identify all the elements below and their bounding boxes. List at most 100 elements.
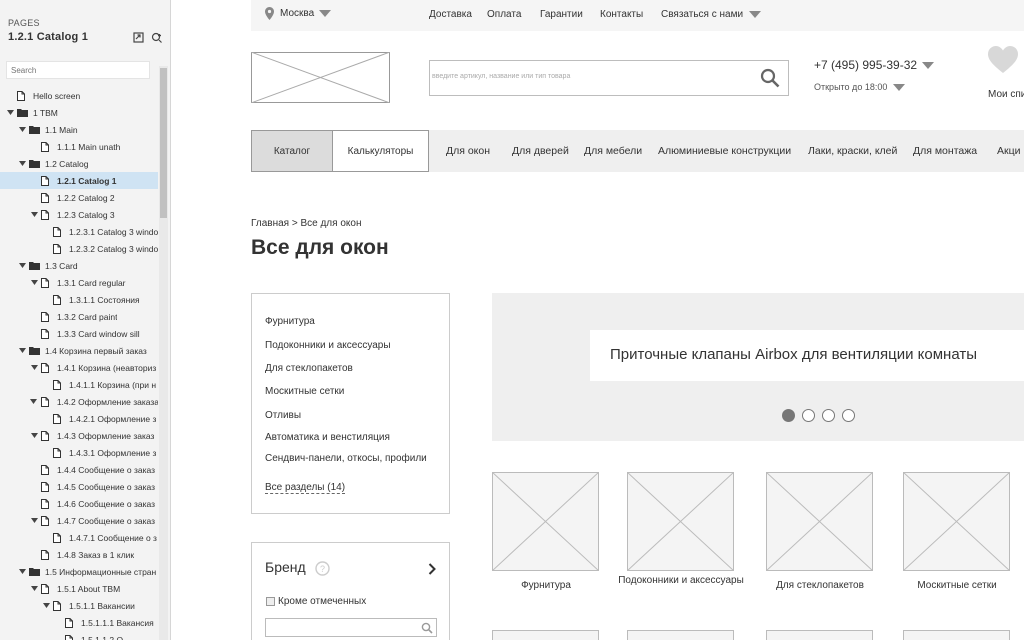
- expand-caret-icon[interactable]: [30, 279, 38, 287]
- carousel-dot[interactable]: [822, 409, 835, 422]
- category-link[interactable]: Фурнитура: [265, 316, 315, 327]
- brand-search-input[interactable]: [265, 618, 437, 637]
- nav-item-doors[interactable]: Для дверей: [512, 145, 569, 157]
- tree-item[interactable]: 1.4.5 Сообщение о заказ: [0, 478, 158, 495]
- add-page-icon[interactable]: [150, 31, 162, 43]
- tree-item[interactable]: 1.2.1 Catalog 1: [0, 172, 158, 189]
- category-tile-image[interactable]: [903, 472, 1010, 571]
- tree-item[interactable]: 1.4.3.1 Оформление з: [0, 444, 158, 461]
- tree-item[interactable]: 1.4.2.1 Оформление з: [0, 410, 158, 427]
- tree-item[interactable]: 1 TBM: [0, 104, 158, 121]
- nav-item-paints[interactable]: Лаки, краски, клей: [808, 145, 897, 157]
- category-tile-image[interactable]: [766, 630, 873, 640]
- city-selector[interactable]: Москва: [265, 7, 332, 20]
- expand-caret-icon[interactable]: [30, 585, 38, 593]
- tree-item[interactable]: Hello screen: [0, 87, 158, 104]
- checkbox-box[interactable]: [266, 597, 275, 606]
- category-link[interactable]: Подоконники и аксессуары: [265, 340, 391, 351]
- tree-item[interactable]: 1.4.6 Сообщение о заказ: [0, 495, 158, 512]
- all-sections-link[interactable]: Все разделы (14): [265, 482, 346, 494]
- product-search-input[interactable]: введите артикул, название или тип товара: [429, 60, 789, 96]
- carousel-dot[interactable]: [842, 409, 855, 422]
- nav-link-delivery[interactable]: Доставка: [429, 9, 472, 20]
- breadcrumb[interactable]: Главная > Все для окон: [251, 218, 361, 229]
- expand-caret-icon[interactable]: [18, 568, 26, 576]
- category-tile-label[interactable]: Москитные сетки: [892, 580, 1022, 592]
- brand-filter-title[interactable]: Бренд: [265, 559, 306, 575]
- expand-caret-icon[interactable]: [30, 432, 38, 440]
- category-link[interactable]: Сендвич-панели, откосы, профили: [265, 453, 427, 464]
- tree-item[interactable]: 1.4.7.1 Сообщение о з: [0, 529, 158, 546]
- pages-search-input[interactable]: [6, 61, 150, 79]
- logo-placeholder[interactable]: [251, 52, 390, 103]
- tree-item[interactable]: 1.2.3.2 Catalog 3 windo: [0, 240, 158, 257]
- chevron-right-icon[interactable]: [428, 563, 436, 575]
- except-marked-checkbox[interactable]: Кроме отмеченных: [266, 596, 366, 607]
- tree-item[interactable]: 1.4.4 Сообщение о заказ: [0, 461, 158, 478]
- tree-item[interactable]: 1.4.3 Оформление заказ: [0, 427, 158, 444]
- expand-caret-icon[interactable]: [6, 109, 14, 117]
- tree-item[interactable]: 1.5.1.1 Вакансии: [0, 597, 158, 614]
- tree-item[interactable]: 1.4.1.1 Корзина (при н: [0, 376, 158, 393]
- nav-link-guarantees[interactable]: Гарантии: [540, 9, 583, 20]
- tree-item[interactable]: 1.1.1 Main unath: [0, 138, 158, 155]
- phone-dropdown[interactable]: +7 (495) 995-39-32: [814, 58, 935, 72]
- expand-caret-icon[interactable]: [18, 126, 26, 134]
- tree-item[interactable]: 1.4.2 Оформление заказа: [0, 393, 158, 410]
- nav-item-mounting[interactable]: Для монтажа: [913, 145, 977, 157]
- tree-item[interactable]: 1.2.3 Catalog 3: [0, 206, 158, 223]
- tree-item[interactable]: 1.2.3.1 Catalog 3 windo: [0, 223, 158, 240]
- tree-item[interactable]: 1.4.8 Заказ в 1 клик: [0, 546, 158, 563]
- catalog-button[interactable]: Каталог: [251, 130, 333, 172]
- nav-link-contacts[interactable]: Контакты: [600, 9, 643, 20]
- contact-us-dropdown[interactable]: Связаться с нами: [661, 9, 762, 20]
- nav-item-promotions[interactable]: Акци: [997, 145, 1020, 157]
- tree-item[interactable]: 1.2 Catalog: [0, 155, 158, 172]
- tree-item[interactable]: 1.5.1 About TBM: [0, 580, 158, 597]
- wishlist-button[interactable]: [988, 46, 1024, 79]
- category-tile-image[interactable]: [903, 630, 1010, 640]
- tree-item[interactable]: 1.2.2 Catalog 2: [0, 189, 158, 206]
- tree-item[interactable]: 1.5.1.1.1 Вакансия: [0, 614, 158, 631]
- carousel-dot[interactable]: [782, 409, 795, 422]
- category-link[interactable]: Для стеклопакетов: [265, 363, 353, 374]
- hours-dropdown[interactable]: Открыто до 18:00: [814, 82, 906, 92]
- promo-banner[interactable]: Приточные клапаны Airbox для вентиляции …: [492, 293, 1024, 441]
- pages-scrollbar-thumb[interactable]: [160, 68, 167, 218]
- tree-item[interactable]: 1.5 Информационные стран: [0, 563, 158, 580]
- tree-item[interactable]: 1.3.1.1 Состояния: [0, 291, 158, 308]
- tree-item[interactable]: 1.5.1.1.2 О...: [0, 631, 158, 640]
- category-link[interactable]: Автоматика и венстиляция: [265, 432, 390, 443]
- tree-item[interactable]: 1.4.7 Сообщение о заказ: [0, 512, 158, 529]
- category-tile-image[interactable]: [766, 472, 873, 571]
- category-tile-image[interactable]: [627, 472, 734, 571]
- nav-item-windows[interactable]: Для окон: [446, 145, 490, 157]
- tree-item[interactable]: 1.4 Корзина первый заказ: [0, 342, 158, 359]
- nav-item-furniture[interactable]: Для мебели: [584, 145, 642, 157]
- expand-caret-icon[interactable]: [18, 347, 26, 355]
- category-tile-image[interactable]: [492, 630, 599, 640]
- search-icon[interactable]: [421, 622, 433, 634]
- tree-item[interactable]: 1.3.2 Card paint: [0, 308, 158, 325]
- wishlist-label[interactable]: Мои спи: [988, 89, 1024, 100]
- calculators-button[interactable]: Калькуляторы: [332, 130, 429, 172]
- category-tile-label[interactable]: Подоконники и аксессуары: [616, 575, 746, 587]
- nav-item-aluminum[interactable]: Алюминиевые конструкции: [658, 145, 791, 157]
- category-tile-image[interactable]: [492, 472, 599, 571]
- tree-item[interactable]: 1.3 Card: [0, 257, 158, 274]
- carousel-dot[interactable]: [802, 409, 815, 422]
- tree-item[interactable]: 1.3.1 Card regular: [0, 274, 158, 291]
- category-tile-label[interactable]: Фурнитура: [481, 580, 611, 592]
- export-page-icon[interactable]: [132, 31, 144, 43]
- category-tile-label[interactable]: Для стеклопакетов: [755, 580, 885, 592]
- expand-caret-icon[interactable]: [30, 211, 38, 219]
- expand-caret-icon[interactable]: [42, 602, 50, 610]
- category-link[interactable]: Отливы: [265, 410, 301, 421]
- nav-link-payment[interactable]: Оплата: [487, 9, 521, 20]
- pages-scrollbar[interactable]: [159, 66, 168, 640]
- expand-caret-icon[interactable]: [18, 262, 26, 270]
- search-icon[interactable]: [760, 68, 780, 88]
- help-icon[interactable]: ?: [315, 561, 330, 576]
- expand-caret-icon[interactable]: [18, 160, 26, 168]
- expand-caret-icon[interactable]: [30, 398, 38, 406]
